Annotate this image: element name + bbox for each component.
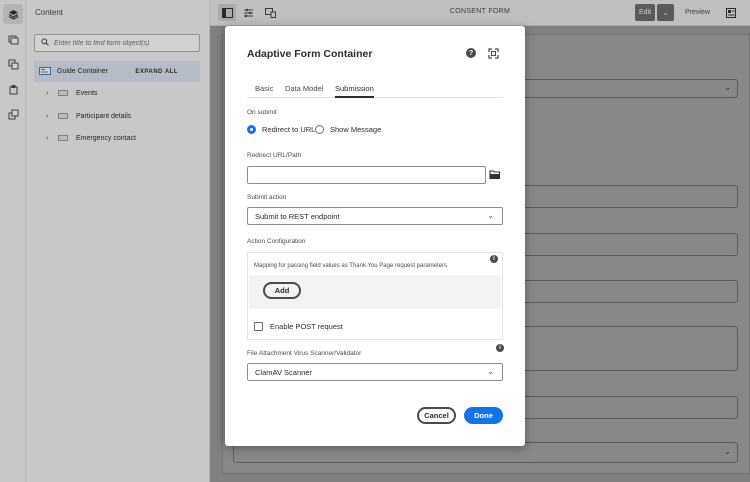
redirect-url-label: Redirect URL/Path	[247, 152, 302, 159]
redirect-url-input[interactable]	[247, 166, 486, 184]
chevron-down-icon: ⌄	[487, 367, 494, 376]
dialog-title: Adaptive Form Container	[247, 48, 373, 60]
redirect-to-url-radio[interactable]: Redirect to URL	[247, 125, 315, 134]
show-message-radio[interactable]: Show Message	[315, 125, 381, 134]
info-icon[interactable]: i	[490, 255, 498, 263]
cancel-button[interactable]: Cancel	[417, 407, 456, 424]
radio-label: Show Message	[330, 125, 382, 134]
checkbox-icon	[254, 322, 263, 331]
checkbox-label: Enable POST request	[270, 322, 343, 331]
action-configuration-box: Mapping for passing field values as Than…	[247, 252, 503, 340]
info-icon[interactable]: i	[496, 344, 504, 352]
on-submit-label: On submit	[247, 109, 277, 116]
radio-label: Redirect to URL	[262, 125, 316, 134]
tab-data-model[interactable]: Data Model	[285, 84, 323, 98]
mapping-area: Add	[249, 275, 501, 309]
help-icon[interactable]: ?	[466, 48, 476, 58]
done-button[interactable]: Done	[464, 407, 503, 424]
submit-action-select[interactable]: Submit to REST endpoint ⌄	[247, 207, 503, 225]
submit-action-value: Submit to REST endpoint	[255, 211, 340, 221]
folder-icon[interactable]	[489, 169, 501, 181]
tab-basic[interactable]: Basic	[255, 84, 273, 98]
scanner-label: File Attachment Virus Scanner/Validator	[247, 350, 362, 357]
fullscreen-icon[interactable]	[488, 48, 499, 59]
scanner-value: ClamAV Scanner	[255, 367, 312, 377]
enable-post-checkbox[interactable]: Enable POST request	[254, 322, 343, 331]
tab-submission[interactable]: Submission	[335, 84, 374, 98]
radio-unselected-icon	[315, 125, 324, 134]
radio-selected-icon	[247, 125, 256, 134]
dialog-tabs: Basic Data Model Submission	[247, 84, 503, 98]
action-configuration-label: Action Configuration	[247, 238, 306, 245]
chevron-down-icon: ⌄	[487, 211, 494, 220]
scanner-select[interactable]: ClamAV Scanner ⌄	[247, 363, 503, 381]
adaptive-form-container-dialog: Adaptive Form Container ? Basic Data Mod…	[225, 26, 525, 446]
add-button[interactable]: Add	[263, 282, 301, 299]
submit-action-label: Submit action	[247, 194, 287, 201]
mapping-description: Mapping for passing field values as Than…	[254, 263, 448, 269]
